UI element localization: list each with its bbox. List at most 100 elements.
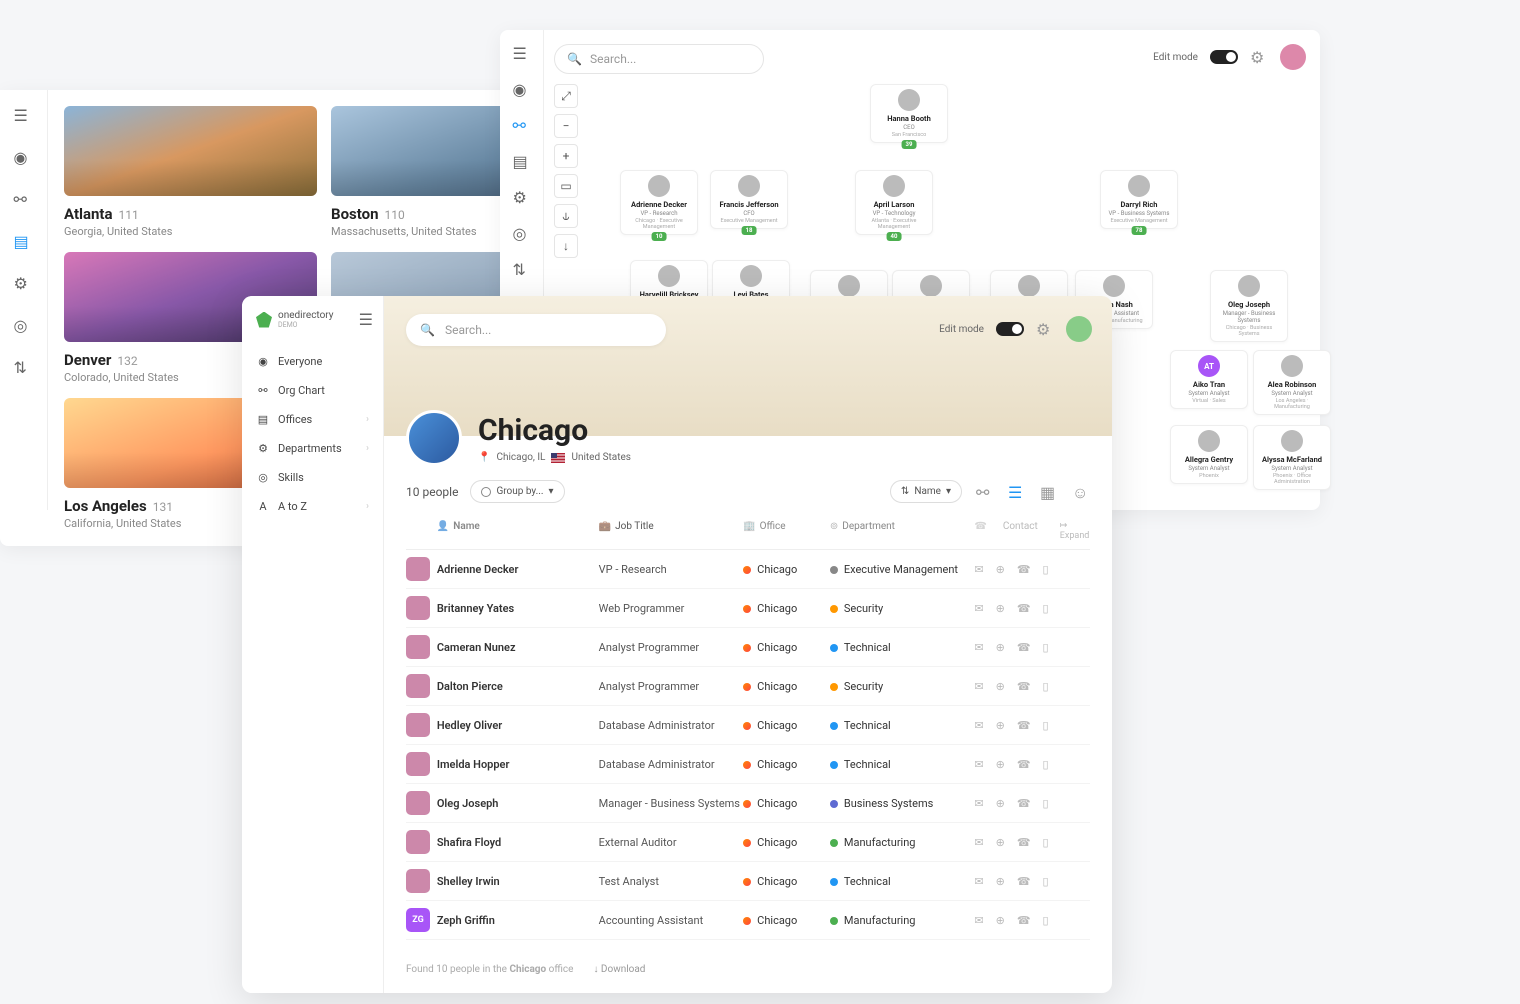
email-icon[interactable]: ✉ — [974, 641, 983, 654]
teams-icon[interactable]: ⊕ — [996, 758, 1005, 771]
org-node[interactable]: Allegra GentrySystem AnalystPhoenix — [1170, 425, 1248, 484]
settings-icon[interactable]: ⚙ — [1250, 48, 1268, 66]
mobile-icon[interactable]: ▯ — [1043, 797, 1049, 810]
table-row[interactable]: Shafira FloydExternal AuditorChicagoManu… — [406, 823, 1090, 862]
mobile-icon[interactable]: ▯ — [1043, 563, 1049, 576]
teams-icon[interactable]: ⊕ — [996, 563, 1005, 576]
phone-icon[interactable]: ☎ — [1017, 797, 1031, 810]
nav-item[interactable]: AA to Z› — [242, 492, 383, 521]
nav-item[interactable]: ◎Skills — [242, 463, 383, 492]
teams-icon[interactable]: ⊕ — [996, 914, 1005, 927]
departments-icon[interactable]: ⚙ — [513, 188, 531, 206]
org-node[interactable]: Alea RobinsonSystem AnalystLos Angeles ·… — [1253, 350, 1331, 415]
group-by-dropdown[interactable]: Group by...▾ — [470, 480, 564, 503]
mobile-icon[interactable]: ▯ — [1043, 875, 1049, 888]
orgchart-icon[interactable]: ⚯ — [513, 116, 531, 134]
phone-icon[interactable]: ☎ — [1017, 914, 1031, 927]
teams-icon[interactable]: ⊕ — [996, 797, 1005, 810]
phone-icon[interactable]: ☎ — [1017, 875, 1031, 888]
teams-icon[interactable]: ⊕ — [996, 836, 1005, 849]
mobile-icon[interactable]: ▯ — [1043, 602, 1049, 615]
sort-icon[interactable]: ⇅ — [14, 358, 34, 378]
org-node[interactable]: Francis JeffersonCFOExecutive Management… — [710, 170, 788, 229]
nav-item[interactable]: ⚯Org Chart — [242, 376, 383, 405]
th-dept[interactable]: Department — [842, 521, 895, 532]
table-row[interactable]: Dalton PierceAnalyst ProgrammerChicagoSe… — [406, 667, 1090, 706]
orgchart-icon[interactable]: ⚯ — [14, 190, 34, 210]
download-link[interactable]: ↓ Download — [593, 964, 645, 975]
list-view-icon[interactable]: ☰ — [1008, 483, 1026, 501]
expand-toggle[interactable]: ↦ Expand — [1060, 521, 1090, 541]
phone-icon[interactable]: ☎ — [1017, 563, 1031, 576]
nav-item[interactable]: ◉Everyone — [242, 347, 383, 376]
table-row[interactable]: Britanney YatesWeb ProgrammerChicagoSecu… — [406, 589, 1090, 628]
email-icon[interactable]: ✉ — [974, 914, 983, 927]
menu-icon[interactable]: ☰ — [359, 310, 373, 329]
email-icon[interactable]: ✉ — [974, 875, 983, 888]
teams-icon[interactable]: ⊕ — [996, 680, 1005, 693]
phone-icon[interactable]: ☎ — [1017, 758, 1031, 771]
email-icon[interactable]: ✉ — [974, 719, 983, 732]
mobile-icon[interactable]: ▯ — [1043, 719, 1049, 732]
table-row[interactable]: Adrienne DeckerVP - ResearchChicagoExecu… — [406, 550, 1090, 589]
phone-icon[interactable]: ☎ — [1017, 719, 1031, 732]
mobile-icon[interactable]: ▯ — [1043, 680, 1049, 693]
email-icon[interactable]: ✉ — [974, 797, 983, 810]
teams-icon[interactable]: ⊕ — [996, 719, 1005, 732]
phone-icon[interactable]: ☎ — [1017, 641, 1031, 654]
expand-icon[interactable]: ⤢ — [554, 84, 578, 108]
search-input[interactable]: 🔍 Search... — [554, 44, 764, 74]
email-icon[interactable]: ✉ — [974, 758, 983, 771]
search-input[interactable]: 🔍 Search... — [406, 314, 666, 346]
phone-icon[interactable]: ☎ — [1017, 602, 1031, 615]
email-icon[interactable]: ✉ — [974, 836, 983, 849]
mobile-icon[interactable]: ▯ — [1043, 836, 1049, 849]
table-row[interactable]: ZGZeph GriffinAccounting AssistantChicag… — [406, 901, 1090, 940]
org-node[interactable]: Hanna BoothCEOSan Francisco39 — [870, 84, 948, 143]
emoji-icon[interactable]: ☺ — [1072, 483, 1090, 501]
email-icon[interactable]: ✉ — [974, 680, 983, 693]
download-icon[interactable]: ↓ — [554, 234, 578, 258]
target-icon[interactable]: ◎ — [513, 224, 531, 242]
teams-icon[interactable]: ⊕ — [996, 641, 1005, 654]
phone-icon[interactable]: ☎ — [1017, 680, 1031, 693]
table-row[interactable]: Shelley IrwinTest AnalystChicagoTechnica… — [406, 862, 1090, 901]
user-avatar[interactable] — [1066, 316, 1092, 342]
th-office[interactable]: Office — [760, 521, 786, 532]
menu-icon[interactable]: ☰ — [14, 106, 34, 126]
mobile-icon[interactable]: ▯ — [1043, 641, 1049, 654]
nav-item[interactable]: ▤Offices› — [242, 405, 383, 434]
org-node[interactable]: ATAiko TranSystem AnalystVirtual · Sales — [1170, 350, 1248, 409]
org-node[interactable]: Darryl RichVP - Business SystemsExecutiv… — [1100, 170, 1178, 229]
globe-icon[interactable]: ◉ — [14, 148, 34, 168]
table-row[interactable]: Hedley OliverDatabase AdministratorChica… — [406, 706, 1090, 745]
teams-icon[interactable]: ⊕ — [996, 875, 1005, 888]
layout-icon[interactable]: ⫝ — [554, 204, 578, 228]
target-icon[interactable]: ◎ — [14, 316, 34, 336]
nav-item[interactable]: ⚙Departments› — [242, 434, 383, 463]
org-node[interactable]: Alyssa McFarlandSystem AnalystPhoenix · … — [1253, 425, 1331, 490]
offices-icon[interactable]: ▤ — [513, 152, 531, 170]
offices-icon[interactable]: ▤ — [14, 232, 34, 252]
edit-mode-toggle[interactable] — [1210, 50, 1238, 64]
grid-view-icon[interactable]: ▦ — [1040, 483, 1058, 501]
sort-dropdown[interactable]: ⇅Name▾ — [890, 480, 962, 503]
departments-icon[interactable]: ⚙ — [14, 274, 34, 294]
sort-icon[interactable]: ⇅ — [513, 260, 531, 278]
edit-mode-toggle[interactable] — [996, 322, 1024, 336]
email-icon[interactable]: ✉ — [974, 563, 983, 576]
globe-icon[interactable]: ◉ — [513, 80, 531, 98]
org-node[interactable]: Oleg JosephManager - Business SystemsChi… — [1210, 270, 1288, 342]
office-card[interactable]: Atlanta111Georgia, United States — [64, 106, 317, 238]
table-row[interactable]: Oleg JosephManager - Business SystemsChi… — [406, 784, 1090, 823]
orgchart-view-icon[interactable]: ⚯ — [976, 483, 994, 501]
user-avatar[interactable] — [1280, 44, 1306, 70]
zoom-in-icon[interactable]: + — [554, 144, 578, 168]
table-row[interactable]: Imelda HopperDatabase AdministratorChica… — [406, 745, 1090, 784]
th-name[interactable]: Name — [453, 521, 480, 532]
fit-icon[interactable]: ▭ — [554, 174, 578, 198]
org-node[interactable]: Adrienne DeckerVP - ResearchChicago · Ex… — [620, 170, 698, 235]
teams-icon[interactable]: ⊕ — [996, 602, 1005, 615]
mobile-icon[interactable]: ▯ — [1043, 914, 1049, 927]
th-job[interactable]: Job Title — [615, 521, 654, 532]
